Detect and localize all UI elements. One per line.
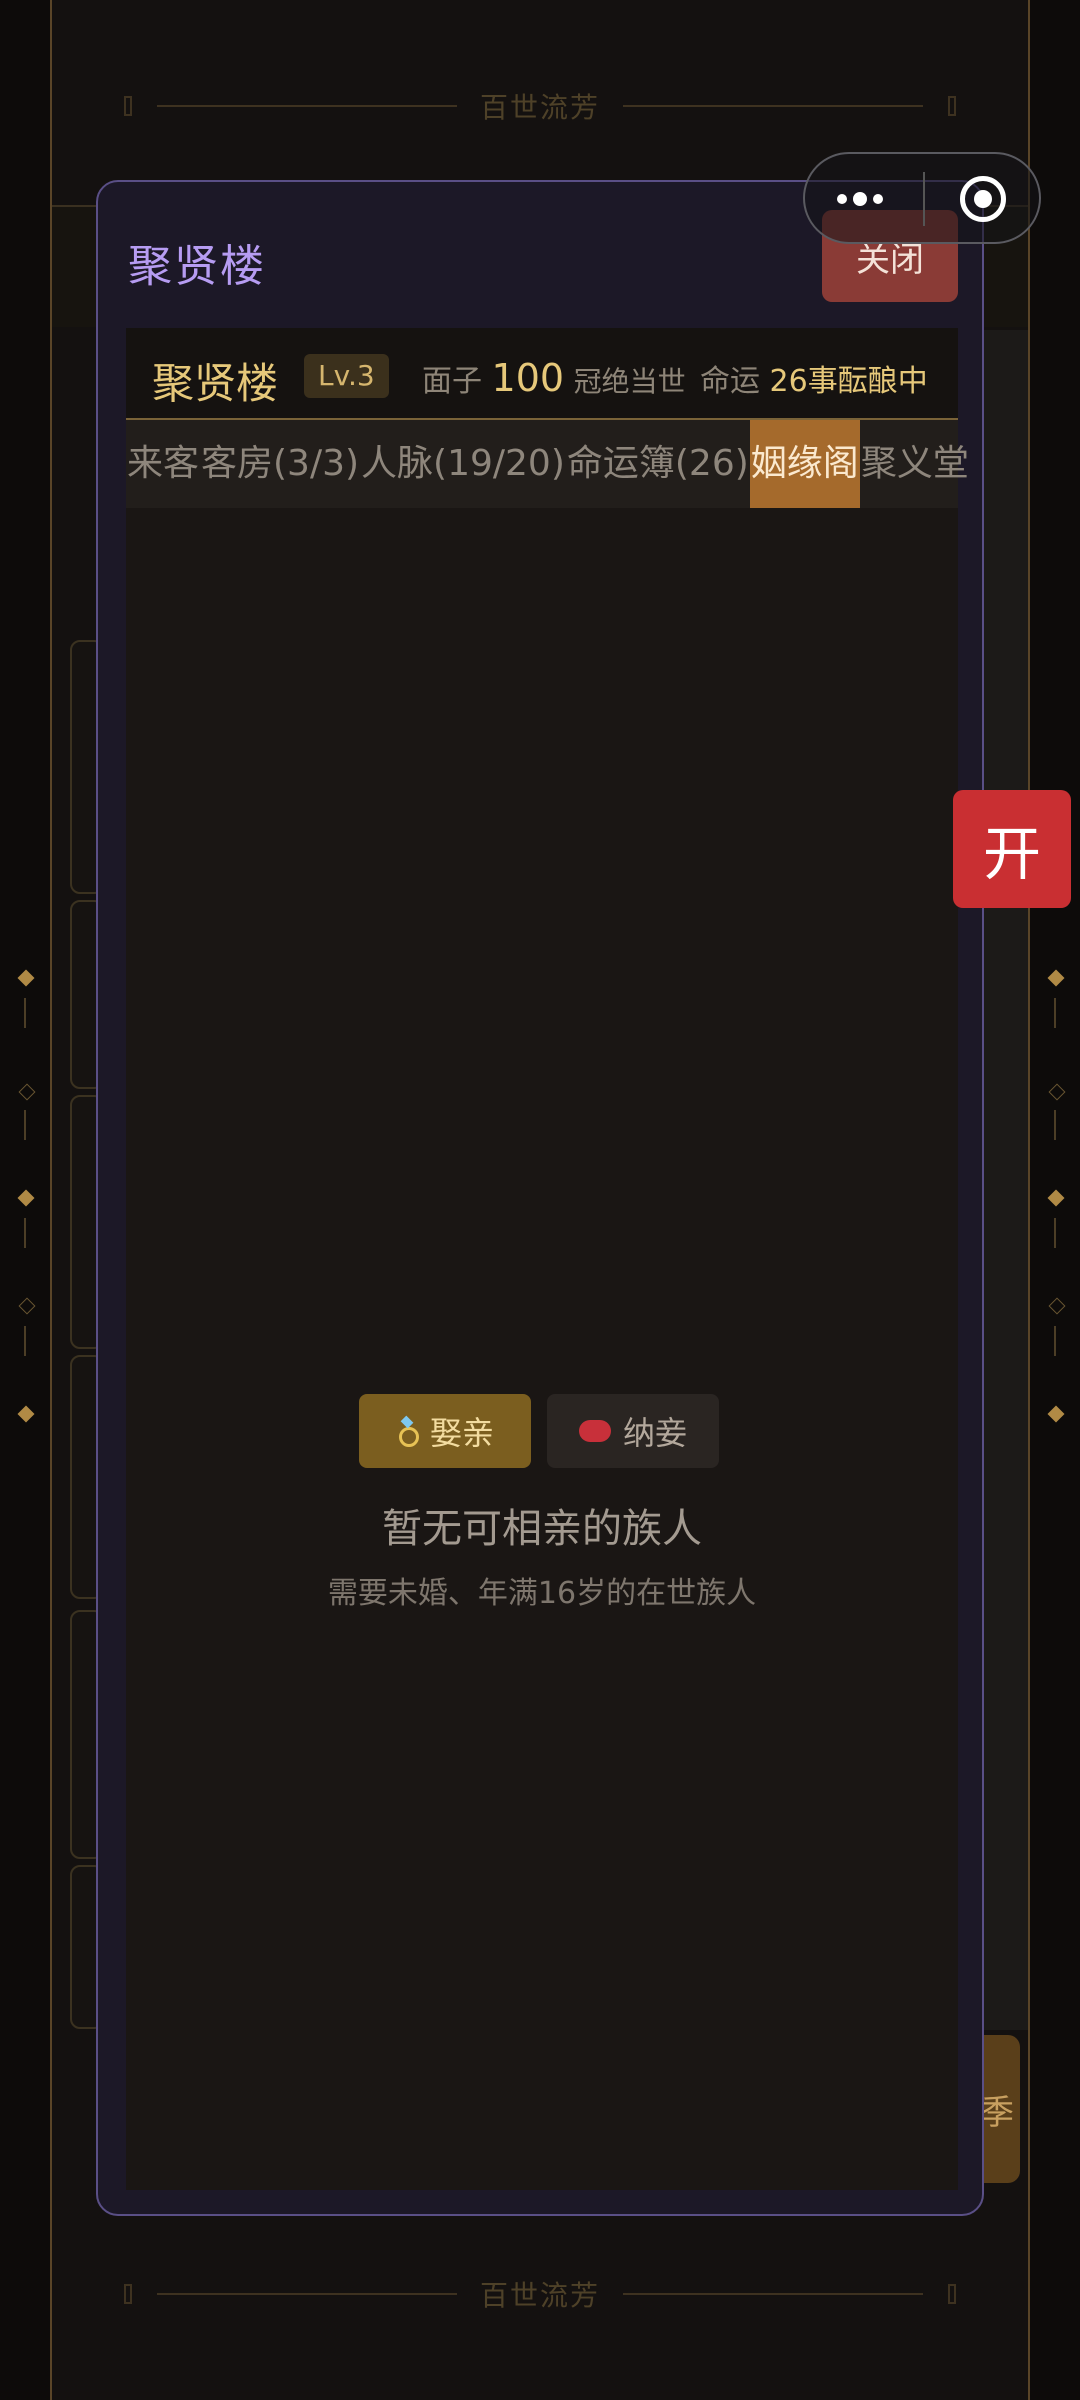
top-banner: 百世流芳 xyxy=(52,52,1028,160)
face-stat: 面子 100 冠绝当世 xyxy=(422,356,686,400)
tab-guests[interactable]: 来客 xyxy=(126,420,200,508)
banner-cap-right xyxy=(948,2284,956,2304)
background-scenery xyxy=(980,330,1028,2030)
bottom-banner: 百世流芳 xyxy=(52,2240,1028,2348)
banner-cap-left xyxy=(124,2284,132,2304)
frame-border-right xyxy=(1028,0,1030,2400)
modal-content: 聚贤楼 Lv.3 面子 100 冠绝当世 命运 26事酝酿中 来客 客房(3/3… xyxy=(126,328,969,2190)
tab-bar: 来客 客房(3/3) 人脉(19/20) 命运簿(26) 姻缘阁 聚义堂 xyxy=(126,420,969,508)
close-target-icon[interactable] xyxy=(960,176,1006,222)
marry-label: 娶亲 xyxy=(429,1414,494,1452)
red-pill-icon xyxy=(578,1420,611,1442)
hall-name: 聚贤楼 xyxy=(152,359,279,408)
capsule-divider xyxy=(923,172,925,226)
concubine-button[interactable]: 纳妾 xyxy=(547,1394,719,1468)
info-bar: 聚贤楼 Lv.3 面子 100 冠绝当世 命运 26事酝酿中 xyxy=(126,328,958,420)
left-ornament xyxy=(17,969,36,1770)
banner-line-left xyxy=(157,2293,457,2295)
level-badge: Lv.3 xyxy=(304,354,389,398)
fate-value: 26事酝酿中 xyxy=(769,364,928,399)
face-value: 100 xyxy=(491,356,565,400)
tab-fate-book[interactable]: 命运簿(26) xyxy=(566,420,750,508)
modal-title: 聚贤楼 xyxy=(128,241,266,292)
fate-stat: 命运 26事酝酿中 xyxy=(700,356,928,400)
ring-icon xyxy=(396,1418,419,1447)
face-label: 面子 xyxy=(422,364,482,399)
banner-text: 百世流芳 xyxy=(479,91,600,124)
frame-border-left xyxy=(50,0,52,2400)
banner-line-right xyxy=(623,2293,923,2295)
tab-rooms[interactable]: 客房(3/3) xyxy=(200,420,360,508)
banner-line-left xyxy=(157,105,457,107)
banner-text: 百世流芳 xyxy=(479,2279,600,2312)
more-dots-icon[interactable] xyxy=(837,192,883,206)
banner-cap-left xyxy=(124,96,132,116)
empty-state-title: 暂无可相亲的族人 xyxy=(382,1506,702,1552)
right-ornament xyxy=(1047,969,1066,1770)
jvxian-lou-modal: 聚贤楼 关闭 聚贤楼 Lv.3 面子 100 冠绝当世 命运 26事酝酿中 来客… xyxy=(96,180,984,2216)
concubine-label: 纳妾 xyxy=(622,1414,687,1452)
tab-sworn-hall[interactable]: 聚义堂 xyxy=(860,420,970,508)
tab-connections[interactable]: 人脉(19/20) xyxy=(360,420,566,508)
open-badge[interactable]: 开 xyxy=(953,790,1071,908)
tab-marriage-pavilion[interactable]: 姻缘阁 xyxy=(749,420,860,508)
banner-cap-right xyxy=(948,96,956,116)
banner-line-right xyxy=(623,105,923,107)
empty-state-subtitle: 需要未婚、年满16岁的在世族人 xyxy=(327,1576,757,1611)
fate-label: 命运 xyxy=(700,364,760,399)
marry-button[interactable]: 娶亲 xyxy=(359,1394,531,1468)
miniprogram-capsule xyxy=(803,152,1041,244)
season-button-label: 季 xyxy=(980,2092,1014,2133)
face-rank: 冠绝当世 xyxy=(573,365,686,398)
